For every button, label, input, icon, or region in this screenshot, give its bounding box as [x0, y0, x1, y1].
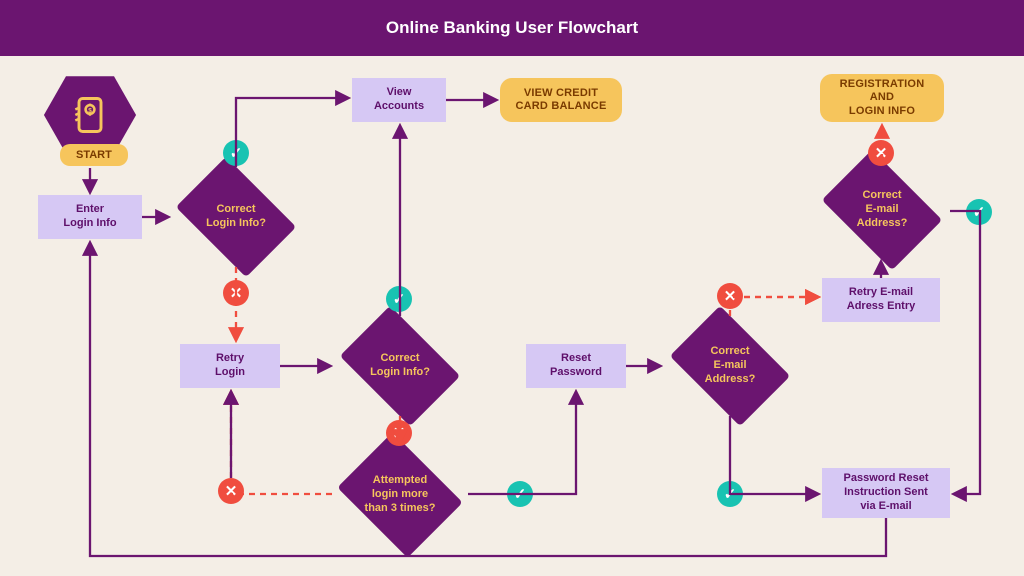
proc-retry-email: Retry E-mailAdress Entry [822, 278, 940, 322]
dec-correct-email-2: CorrectE-mailAddress? [812, 160, 952, 260]
check-icon: ✓ [966, 199, 992, 225]
x-icon: ✕ [218, 478, 244, 504]
svg-text:$: $ [88, 107, 92, 114]
x-icon: ✕ [717, 283, 743, 309]
x-icon: ✕ [223, 280, 249, 306]
proc-view-accounts: ViewAccounts [352, 78, 446, 122]
x-icon: ✕ [868, 140, 894, 166]
dec-correct-email-1: CorrectE-mailAddress? [660, 316, 800, 416]
check-icon: ✓ [717, 481, 743, 507]
page-title: Online Banking User Flowchart [0, 0, 1024, 56]
check-icon: ✓ [386, 286, 412, 312]
check-icon: ✓ [507, 481, 533, 507]
term-reg-login: REGISTRATIONANDLOGIN INFO [820, 74, 944, 122]
x-icon: ✕ [386, 420, 412, 446]
dec-correct-login-2: CorrectLogin Info? [330, 316, 470, 416]
term-view-credit: VIEW CREDITCARD BALANCE [500, 78, 622, 122]
proc-enter-login: EnterLogin Info [38, 195, 142, 239]
proc-pw-reset-sent: Password ResetInstruction Sentvia E-mail [822, 468, 950, 518]
proc-reset-password: ResetPassword [526, 344, 626, 388]
check-icon: ✓ [223, 140, 249, 166]
dec-attempt-3: Attemptedlogin morethan 3 times? [330, 440, 470, 550]
proc-retry-login: RetryLogin [180, 344, 280, 388]
dec-correct-login-1: CorrectLogin Info? [166, 167, 306, 267]
start-terminal: START [60, 144, 128, 166]
